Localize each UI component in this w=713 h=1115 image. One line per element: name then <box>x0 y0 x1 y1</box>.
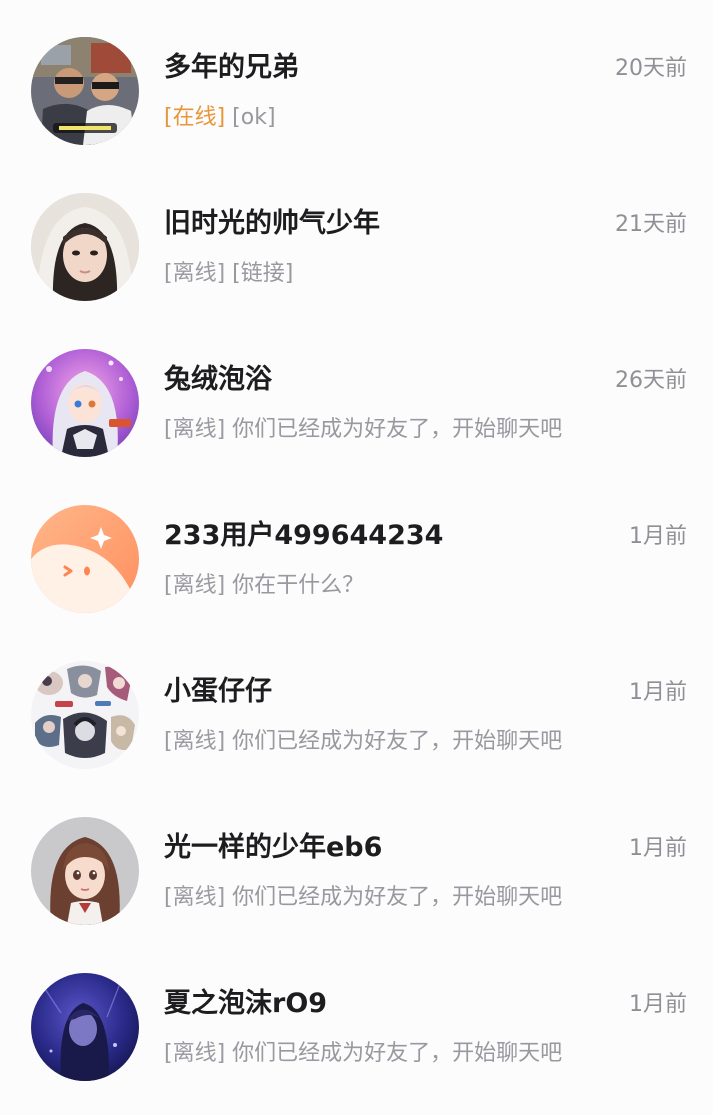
message-time: 26天前 <box>615 368 687 393</box>
avatar[interactable] <box>31 349 139 457</box>
message-time: 1月前 <box>629 680 687 705</box>
photo-two-men-avatar <box>31 37 139 145</box>
contact-name: 旧时光的帅气少年 <box>164 208 380 239</box>
avatar[interactable] <box>31 505 139 613</box>
message-preview: [离线] 你们已经成为好友了，开始聊天吧 <box>164 723 562 761</box>
message-text: [ok] <box>232 105 276 130</box>
contact-name: 小蛋仔仔 <box>164 676 272 707</box>
avatar[interactable] <box>31 817 139 925</box>
message-text: [链接] <box>232 261 294 286</box>
message-time: 1月前 <box>629 992 687 1017</box>
default-orange-face-avatar <box>31 505 139 613</box>
conversation-item[interactable]: 小蛋仔仔 1月前 [离线] 你们已经成为好友了，开始聊天吧 <box>0 624 713 780</box>
conversation-item[interactable]: 多年的兄弟 20天前 [在线] [ok] <box>0 0 713 156</box>
anime-collage-avatar <box>31 661 139 769</box>
status-badge: [在线] <box>164 105 226 130</box>
conversation-item[interactable]: 光一样的少年eb6 1月前 [离线] 你们已经成为好友了，开始聊天吧 <box>0 780 713 936</box>
message-preview: [离线] 你在干什么？ <box>164 567 364 605</box>
avatar[interactable] <box>31 661 139 769</box>
message-time: 1月前 <box>629 524 687 549</box>
status-badge: [离线] <box>164 261 226 286</box>
conversation-item[interactable]: 旧时光的帅气少年 21天前 [离线] [链接] <box>0 156 713 312</box>
message-text: 你们已经成为好友了，开始聊天吧 <box>232 729 563 754</box>
contact-name: 夏之泡沫rO9 <box>164 988 328 1019</box>
anime-girl-brown-hair-avatar <box>31 817 139 925</box>
photo-girl-hood-avatar <box>31 193 139 301</box>
status-badge: [离线] <box>164 573 226 598</box>
message-preview: [在线] [ok] <box>164 99 276 137</box>
conversation-item[interactable]: 夏之泡沫rO9 1月前 [离线] 你们已经成为好友了，开始聊天吧 <box>0 936 713 1092</box>
message-preview: [离线] [链接] <box>164 255 293 293</box>
message-preview: [离线] 你们已经成为好友了，开始聊天吧 <box>164 1035 562 1073</box>
message-text: 你们已经成为好友了，开始聊天吧 <box>232 417 563 442</box>
anime-girl-purple-avatar <box>31 349 139 457</box>
message-text: 你们已经成为好友了，开始聊天吧 <box>232 1041 563 1066</box>
message-preview: [离线] 你们已经成为好友了，开始聊天吧 <box>164 411 562 449</box>
conversation-list: 多年的兄弟 20天前 [在线] [ok] 旧时光的帅气少年 21天前 [离线] <box>0 0 713 1115</box>
contact-name: 光一样的少年eb6 <box>164 832 383 863</box>
message-preview: [离线] 你们已经成为好友了，开始聊天吧 <box>164 879 562 917</box>
dark-blue-art-avatar <box>31 973 139 1081</box>
status-badge: [离线] <box>164 729 226 754</box>
conversation-item[interactable]: 233用户499644234 1月前 [离线] 你在干什么？ <box>0 468 713 624</box>
contact-name: 233用户499644234 <box>164 520 444 551</box>
message-text: 你在干什么？ <box>232 573 365 598</box>
contact-name: 兔绒泡浴 <box>164 364 272 395</box>
status-badge: [离线] <box>164 417 226 442</box>
message-time: 21天前 <box>615 212 687 237</box>
avatar[interactable] <box>31 37 139 145</box>
avatar[interactable] <box>31 973 139 1081</box>
status-badge: [离线] <box>164 885 226 910</box>
avatar[interactable] <box>31 193 139 301</box>
contact-name: 多年的兄弟 <box>164 52 299 83</box>
status-badge: [离线] <box>164 1041 226 1066</box>
conversation-item[interactable]: 兔绒泡浴 26天前 [离线] 你们已经成为好友了，开始聊天吧 <box>0 312 713 468</box>
message-time: 20天前 <box>615 56 687 81</box>
message-time: 1月前 <box>629 836 687 861</box>
message-text: 你们已经成为好友了，开始聊天吧 <box>232 885 563 910</box>
